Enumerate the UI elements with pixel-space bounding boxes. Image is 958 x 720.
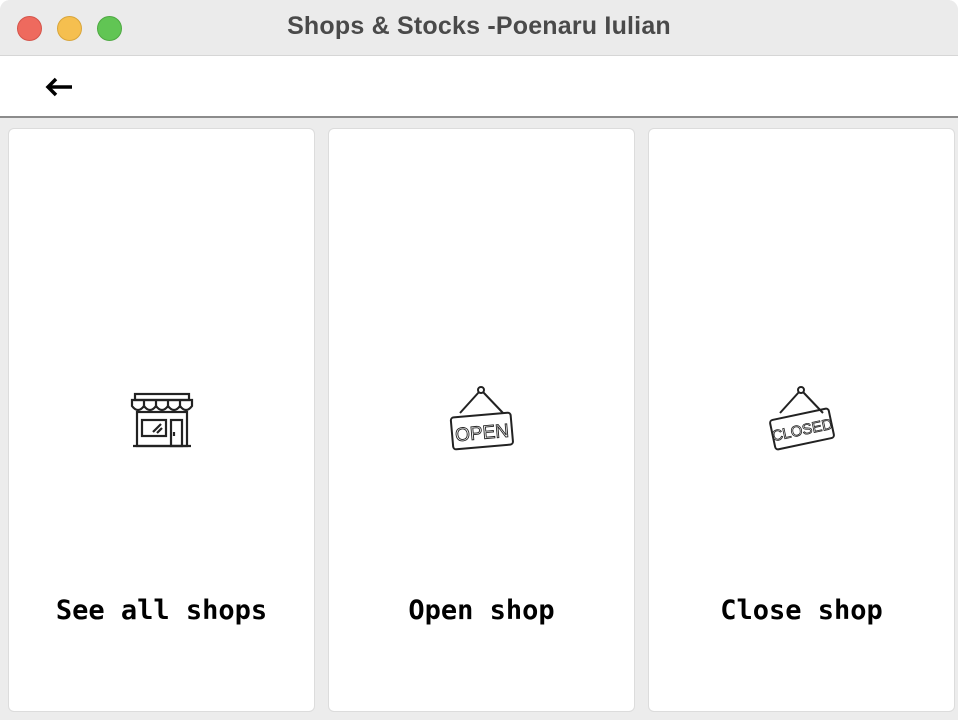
close-shop-label: Close shop xyxy=(720,595,883,626)
back-button[interactable] xyxy=(36,64,82,110)
closed-sign-icon: CLOSED xyxy=(649,385,954,455)
back-arrow-icon xyxy=(45,77,72,97)
see-all-shops-card[interactable]: See all shops xyxy=(8,128,315,712)
toolbar xyxy=(0,56,958,118)
close-shop-card[interactable]: CLOSED Close shop xyxy=(648,128,955,712)
see-all-shops-label: See all shops xyxy=(55,595,268,626)
app-window: Shops & Stocks -Poenaru Iulian See all s… xyxy=(0,0,958,720)
storefront-icon xyxy=(9,385,314,455)
open-sign-icon: OPEN xyxy=(329,385,634,455)
svg-text:CLOSED: CLOSED xyxy=(770,416,834,445)
svg-text:OPEN: OPEN xyxy=(454,421,509,447)
open-shop-card[interactable]: OPEN Open shop xyxy=(328,128,635,712)
window-title: Shops & Stocks -Poenaru Iulian xyxy=(287,12,671,40)
main-content: See all shops OPEN Open shop CLOSED Clos… xyxy=(0,118,958,720)
open-shop-label: Open shop xyxy=(408,595,555,626)
title-bar: Shops & Stocks -Poenaru Iulian xyxy=(0,0,958,56)
